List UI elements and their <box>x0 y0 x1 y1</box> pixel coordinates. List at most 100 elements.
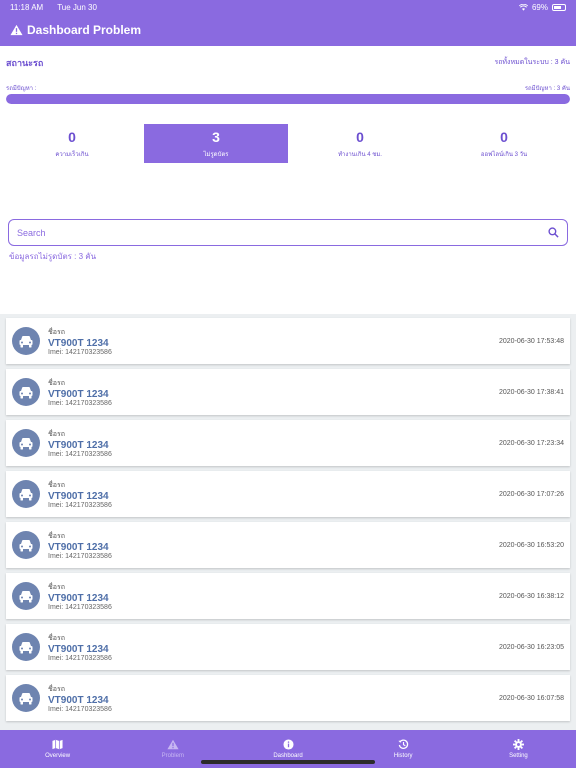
total-vehicles-text: รถทั้งหมดในระบบ : 3 คัน <box>494 59 570 66</box>
vehicle-timestamp: 2020-06-30 17:07:26 <box>499 490 564 498</box>
list-item[interactable]: ชื่อรถ VT900T 1234 Imei: 142170323586 2020-… <box>6 573 570 619</box>
vehicle-caption: ชื่อรถ <box>48 481 65 489</box>
stat-speeding[interactable]: 0 ความเร็วเกิน <box>0 124 144 163</box>
vehicle-info: ชื่อรถ VT900T 1234 Imei: 142170323586 <box>48 633 499 662</box>
vehicle-name: VT900T 1234 <box>48 592 109 604</box>
vehicle-name: VT900T 1234 <box>48 337 109 349</box>
home-indicator <box>201 760 375 764</box>
list-item[interactable]: ชื่อรถ VT900T 1234 Imei: 142170323586 2020-… <box>6 420 570 466</box>
tab-label: Problem <box>161 753 184 759</box>
search-icon[interactable] <box>548 227 559 238</box>
stat-value: 0 <box>356 128 364 145</box>
vehicle-timestamp: 2020-06-30 16:38:12 <box>499 592 564 600</box>
nav-bar: Dashboard Problem <box>0 14 576 46</box>
vehicle-caption: ชื่อรถ <box>48 634 65 642</box>
vehicle-name: VT900T 1234 <box>48 490 109 502</box>
problem-progress-fill <box>6 94 570 104</box>
vehicle-timestamp: 2020-06-30 17:38:41 <box>499 388 564 396</box>
status-time: 11:18 AM <box>10 2 44 12</box>
vehicle-imei: Imei: 142170323586 <box>48 552 112 560</box>
vehicle-name: VT900T 1234 <box>48 541 109 553</box>
stat-offline[interactable]: 0 ออฟไลน์เกิน 3 วัน <box>432 124 576 163</box>
vehicle-caption: ชื่อรถ <box>48 430 65 438</box>
search-input[interactable] <box>17 227 548 238</box>
car-icon <box>12 480 40 508</box>
map-icon <box>52 739 63 750</box>
vehicle-name: VT900T 1234 <box>48 694 109 706</box>
vehicle-caption: ชื่อรถ <box>48 685 65 693</box>
warning-icon <box>167 739 179 750</box>
gear-icon <box>512 739 524 750</box>
stat-value: 3 <box>212 128 220 145</box>
vehicle-timestamp: 2020-06-30 16:23:05 <box>499 643 564 651</box>
tab-label: Overview <box>45 753 71 759</box>
tab-setting[interactable]: Setting <box>461 730 576 768</box>
problem-left-label: รถมีปัญหา : <box>6 86 37 92</box>
vehicle-info: ชื่อรถ VT900T 1234 Imei: 142170323586 <box>48 582 499 611</box>
vehicle-imei: Imei: 142170323586 <box>48 705 112 713</box>
vehicle-timestamp: 2020-06-30 16:07:58 <box>499 694 564 702</box>
stat-label: ทำงานเกิน 4 ชม. <box>338 151 382 158</box>
vehicle-timestamp: 2020-06-30 17:53:48 <box>499 337 564 345</box>
vehicle-caption: ชื่อรถ <box>48 583 65 591</box>
page-title: Dashboard Problem <box>27 23 142 37</box>
vehicle-imei: Imei: 142170323586 <box>48 450 112 458</box>
vehicle-imei: Imei: 142170323586 <box>48 399 112 407</box>
vehicle-list[interactable]: ชื่อรถ VT900T 1234 Imei: 142170323586 2020-… <box>0 314 576 730</box>
battery-level-fill <box>554 5 561 9</box>
vehicle-info: ชื่อรถ VT900T 1234 Imei: 142170323586 <box>48 327 499 356</box>
car-icon <box>12 684 40 712</box>
history-icon <box>398 739 408 749</box>
vehicle-info: ชื่อรถ VT900T 1234 Imei: 142170323586 <box>48 480 499 509</box>
tab-overview[interactable]: Overview <box>0 730 115 768</box>
stats-row: 0 ความเร็วเกิน 3 ไม่รูดบัตร 0 ทำงานเกิน … <box>0 124 576 163</box>
list-item[interactable]: ชื่อรถ VT900T 1234 Imei: 142170323586 2020-… <box>6 675 570 721</box>
vehicle-caption: ชื่อรถ <box>48 379 65 387</box>
stat-no-card-swipe[interactable]: 3 ไม่รูดบัตร <box>144 124 288 163</box>
vehicle-imei: Imei: 142170323586 <box>48 603 112 611</box>
vehicle-name: VT900T 1234 <box>48 439 109 451</box>
list-item[interactable]: ชื่อรถ VT900T 1234 Imei: 142170323586 2020-… <box>6 522 570 568</box>
stat-label: ออฟไลน์เกิน 3 วัน <box>480 151 528 158</box>
vehicle-imei: Imei: 142170323586 <box>48 654 112 662</box>
vehicle-info: ชื่อรถ VT900T 1234 Imei: 142170323586 <box>48 684 499 713</box>
tab-label: History <box>393 753 413 759</box>
vehicle-imei: Imei: 142170323586 <box>48 501 112 509</box>
stat-value: 0 <box>500 128 508 145</box>
wifi-icon <box>518 3 528 11</box>
car-icon <box>12 429 40 457</box>
list-item[interactable]: ชื่อรถ VT900T 1234 Imei: 142170323586 2020-… <box>6 624 570 670</box>
vehicle-timestamp: 2020-06-30 16:53:20 <box>499 541 564 549</box>
car-icon <box>12 633 40 661</box>
status-bar: 11:18 AM Tue Jun 30 69% <box>0 0 576 14</box>
stat-value: 0 <box>68 128 76 145</box>
list-item[interactable]: ชื่อรถ VT900T 1234 Imei: 142170323586 2020-… <box>6 318 570 364</box>
info-icon <box>282 739 294 750</box>
vehicle-imei: Imei: 142170323586 <box>48 348 112 356</box>
vehicle-info: ชื่อรถ VT900T 1234 Imei: 142170323586 <box>48 531 499 560</box>
problem-count-label: รถมีปัญหา : 3 คัน <box>524 86 570 92</box>
problem-progress-bar <box>6 94 570 104</box>
tab-label: Dashboard <box>273 753 303 759</box>
vehicle-timestamp: 2020-06-30 17:23:34 <box>499 439 564 447</box>
list-count-info: ข้อมูลรถไม่รูดบัตร : 3 คัน <box>9 252 97 261</box>
vehicle-info: ชื่อรถ VT900T 1234 Imei: 142170323586 <box>48 378 499 407</box>
vehicle-caption: ชื่อรถ <box>48 328 65 336</box>
list-item[interactable]: ชื่อรถ VT900T 1234 Imei: 142170323586 2020-… <box>6 369 570 415</box>
car-icon <box>12 582 40 610</box>
car-icon <box>12 531 40 559</box>
stat-label: ความเร็วเกิน <box>55 151 89 158</box>
section-title: สถานะรถ <box>6 58 44 68</box>
stat-overwork[interactable]: 0 ทำงานเกิน 4 ชม. <box>288 124 432 163</box>
list-item[interactable]: ชื่อรถ VT900T 1234 Imei: 142170323586 2020-… <box>6 471 570 517</box>
vehicle-name: VT900T 1234 <box>48 643 109 655</box>
vehicle-info: ชื่อรถ VT900T 1234 Imei: 142170323586 <box>48 429 499 458</box>
status-date: Tue Jun 30 <box>57 2 97 12</box>
stat-label: ไม่รูดบัตร <box>203 151 229 158</box>
tab-label: Setting <box>509 753 528 759</box>
vehicle-name: VT900T 1234 <box>48 388 109 400</box>
search-box <box>8 219 568 246</box>
warning-icon <box>10 24 23 36</box>
vehicle-caption: ชื่อรถ <box>48 532 65 540</box>
battery-icon <box>552 3 566 11</box>
